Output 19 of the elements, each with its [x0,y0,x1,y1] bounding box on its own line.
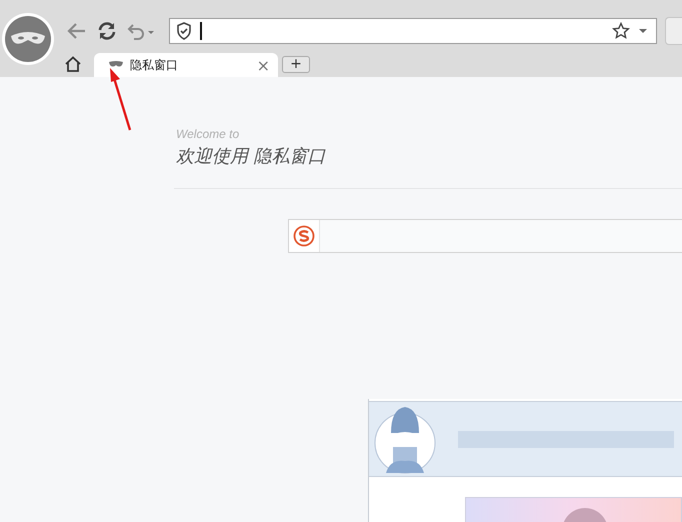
reload-icon[interactable] [97,21,117,41]
tab-title: 隐私窗口 [130,56,179,74]
welcome-title: 欢迎使用 隐私窗口 [176,145,327,168]
shield-icon [176,22,192,40]
browser-tab[interactable]: 隐私窗口 × [94,53,278,77]
dropdown-caret-icon[interactable] [638,28,648,34]
mask-icon [108,61,124,69]
text-cursor [200,22,202,40]
back-arrow-icon[interactable] [67,22,87,40]
search-field[interactable] [288,219,682,253]
star-icon[interactable] [612,22,630,40]
new-tab-button[interactable]: + [282,56,310,73]
welcome-subtitle: Welcome to [176,127,240,141]
home-icon[interactable] [64,56,82,72]
search-engine-button[interactable] [289,220,320,252]
masked-user-avatar-icon[interactable] [1,12,55,66]
undo-dropdown-icon[interactable] [127,22,155,40]
search-engine-logo-icon [293,225,315,247]
tab-close-button[interactable]: × [256,56,270,74]
